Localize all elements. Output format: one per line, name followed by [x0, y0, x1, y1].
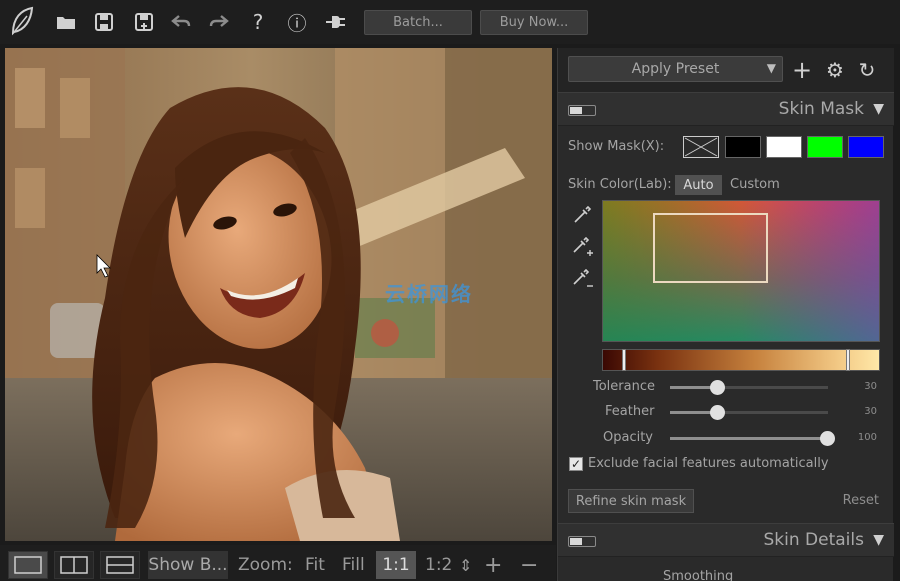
- feather-slider[interactable]: [670, 405, 828, 420]
- tolerance-slider[interactable]: [670, 380, 828, 395]
- zoom-out-icon[interactable]: −: [520, 552, 538, 578]
- chevron-down-icon: ▼: [873, 532, 884, 548]
- eyedropper-add-icon[interactable]: [570, 236, 594, 260]
- info-icon[interactable]: ⓘ: [286, 11, 308, 35]
- split-horizontal-view-button[interactable]: [100, 551, 140, 579]
- zoom-label: Zoom:: [238, 555, 293, 575]
- preset-label: Apply Preset: [631, 61, 720, 77]
- skin-color-custom-button[interactable]: Custom: [730, 177, 780, 192]
- add-preset-icon[interactable]: +: [790, 56, 814, 84]
- save-icon[interactable]: [93, 11, 115, 33]
- buy-now-button[interactable]: Buy Now...: [480, 10, 588, 35]
- save-as-icon[interactable]: [133, 11, 155, 33]
- folder-open-icon[interactable]: [55, 11, 77, 33]
- plugin-icon[interactable]: [325, 11, 347, 33]
- skin-color-picker-field[interactable]: [602, 200, 880, 342]
- skin-mask-header[interactable]: Skin Mask ▼: [558, 92, 894, 126]
- opacity-slider-knob[interactable]: [820, 431, 835, 446]
- exclude-facial-features-checkbox[interactable]: ✓: [569, 457, 583, 471]
- show-before-button[interactable]: Show B...: [148, 551, 228, 579]
- skin-details-toggle[interactable]: [568, 536, 596, 547]
- gear-icon[interactable]: ⚙: [823, 58, 847, 82]
- gradient-handle-left[interactable]: [622, 349, 626, 371]
- zoom-in-icon[interactable]: +: [484, 552, 502, 578]
- top-toolbar: ? ⓘ Batch... Buy Now...: [0, 0, 900, 44]
- batch-button[interactable]: Batch...: [364, 10, 472, 35]
- redo-icon[interactable]: [208, 11, 230, 33]
- feather-value: 30: [864, 406, 877, 417]
- skin-color-label: Skin Color(Lab):: [568, 177, 672, 192]
- feather-slider-knob[interactable]: [710, 405, 725, 420]
- feather-label: Feather: [605, 404, 655, 419]
- zoom-fit-button[interactable]: Fit: [305, 552, 325, 578]
- settings-panel: Apply Preset ▼ + ⚙ ↻ Skin Mask ▼ Show Ma…: [557, 48, 894, 581]
- undo-icon[interactable]: [170, 11, 192, 33]
- skin-tone-gradient-bar[interactable]: [602, 349, 880, 371]
- refine-skin-mask-button[interactable]: Refine skin mask: [568, 489, 694, 513]
- split-vertical-view-button[interactable]: [54, 551, 94, 579]
- leaf-logo-icon: [8, 5, 36, 37]
- skin-color-selection-box[interactable]: [653, 213, 768, 283]
- help-icon[interactable]: ?: [247, 10, 269, 34]
- tolerance-value: 30: [864, 381, 877, 392]
- smoothing-label: Smoothing: [663, 569, 734, 581]
- bottom-zoom-bar: Show B... Zoom: Fit Fill 1:1 1:2 ⇕ + −: [0, 545, 556, 581]
- single-view-button[interactable]: [8, 551, 48, 579]
- apply-preset-dropdown[interactable]: Apply Preset ▼: [568, 56, 783, 82]
- gradient-handle-right[interactable]: [846, 349, 850, 371]
- zoom-1-2-button[interactable]: 1:2: [425, 552, 452, 578]
- mask-off-swatch[interactable]: [683, 136, 719, 158]
- eyedropper-icon[interactable]: [570, 203, 594, 227]
- eyedropper-subtract-icon[interactable]: [570, 268, 594, 292]
- skin-details-title: Skin Details: [763, 530, 864, 550]
- zoom-1-1-button[interactable]: 1:1: [376, 551, 416, 579]
- tolerance-label: Tolerance: [593, 379, 655, 394]
- exclude-facial-features-label[interactable]: Exclude facial features automatically: [588, 456, 829, 471]
- refresh-icon[interactable]: ↻: [855, 58, 879, 82]
- skin-mask-title: Skin Mask: [778, 99, 864, 119]
- opacity-label: Opacity: [603, 430, 654, 445]
- zoom-fill-button[interactable]: Fill: [342, 552, 365, 578]
- watermark-text: 云桥网络: [385, 282, 473, 306]
- chevron-down-icon: ▼: [766, 61, 776, 75]
- opacity-slider[interactable]: [670, 431, 835, 446]
- skin-details-header[interactable]: Skin Details ▼: [558, 523, 894, 557]
- photo-canvas[interactable]: 云桥网络: [5, 48, 552, 541]
- mask-blue-swatch[interactable]: [848, 136, 884, 158]
- chevron-down-icon: ▼: [873, 101, 884, 117]
- reset-button[interactable]: Reset: [843, 493, 879, 508]
- zoom-stepper-icon[interactable]: ⇕: [459, 552, 472, 578]
- preset-row: Apply Preset ▼ + ⚙ ↻: [558, 48, 894, 92]
- mask-white-swatch[interactable]: [766, 136, 802, 158]
- opacity-value: 100: [857, 432, 877, 443]
- skin-color-auto-button[interactable]: Auto: [675, 175, 722, 195]
- tolerance-slider-knob[interactable]: [710, 380, 725, 395]
- mask-green-swatch[interactable]: [807, 136, 843, 158]
- skin-mask-toggle[interactable]: [568, 105, 596, 116]
- mask-black-swatch[interactable]: [725, 136, 761, 158]
- show-mask-label: Show Mask(X):: [568, 139, 665, 154]
